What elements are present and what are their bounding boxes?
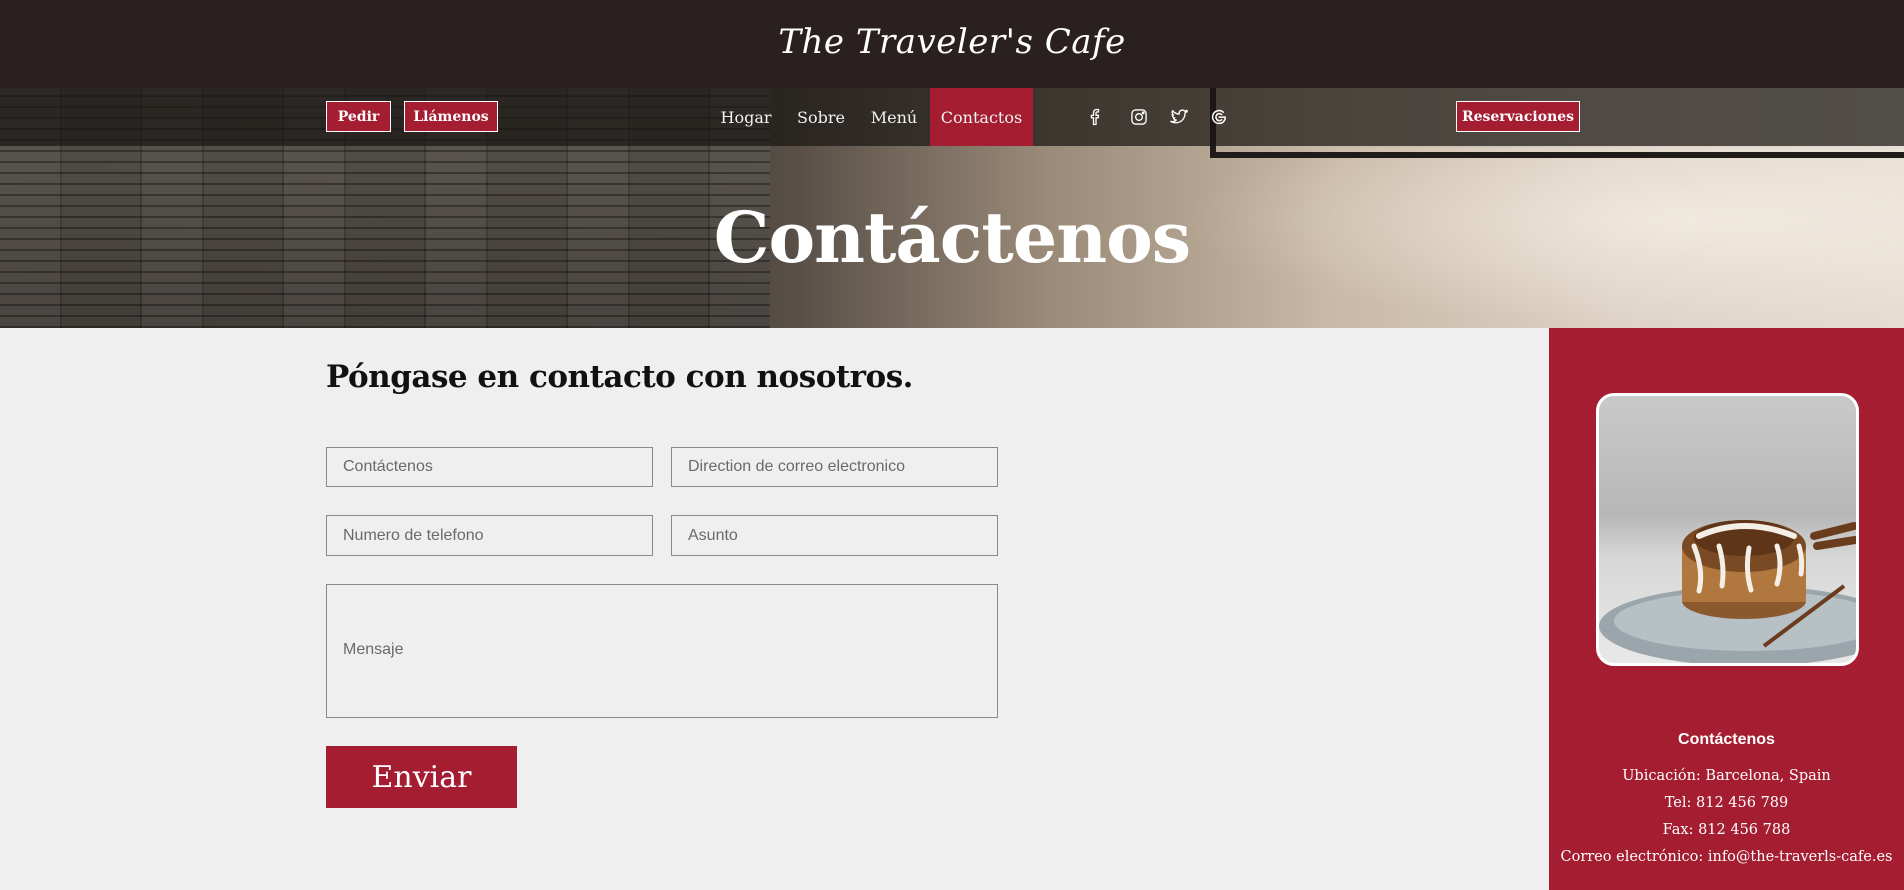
form-heading: Póngase en contacto con nosotros. (326, 359, 913, 395)
order-button[interactable]: Pedir (326, 101, 391, 132)
site-title[interactable]: The Traveler's Cafe (0, 22, 1904, 62)
nav-link-contacts[interactable]: Contactos (930, 88, 1033, 146)
twitter-icon[interactable] (1167, 105, 1191, 129)
page-title: Contáctenos (713, 196, 1191, 279)
fax-text: Fax: 812 456 788 (1662, 822, 1791, 838)
location-text: Ubicación: Barcelona, Spain (1622, 768, 1831, 784)
email-input[interactable] (671, 447, 998, 487)
pastry-photo (1596, 393, 1859, 666)
google-icon[interactable] (1207, 105, 1231, 129)
name-input[interactable] (326, 447, 653, 487)
nav-link-menu[interactable]: Menú (866, 88, 922, 146)
sidebar-title: Contáctenos (1678, 731, 1775, 748)
phone-input[interactable] (326, 515, 653, 556)
call-button[interactable]: Llámenos (404, 101, 498, 132)
nav-link-home[interactable]: Hogar (714, 88, 778, 146)
nav-link-about[interactable]: Sobre (790, 88, 852, 146)
phone-text: Tel: 812 456 789 (1664, 795, 1789, 811)
message-textarea[interactable] (326, 584, 998, 718)
submit-button[interactable]: Enviar (326, 746, 517, 808)
instagram-icon[interactable] (1127, 105, 1151, 129)
email-text[interactable]: Correo electrónico: info@the-traverls-ca… (1549, 849, 1904, 865)
facebook-icon[interactable] (1084, 105, 1108, 129)
subject-input[interactable] (671, 515, 998, 556)
reservations-button[interactable]: Reservaciones (1456, 101, 1580, 132)
